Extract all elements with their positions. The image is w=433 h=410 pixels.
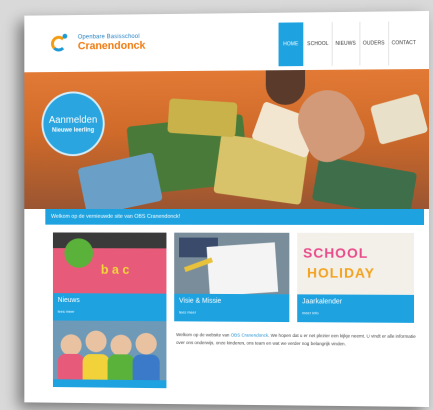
visie-image xyxy=(174,233,289,295)
read-more-link[interactable]: lees meer xyxy=(58,309,162,315)
aanmelden-badge[interactable]: Aanmelden Nieuwe leerling xyxy=(41,91,104,156)
badge-subtitle: Nieuwe leerling xyxy=(43,127,102,133)
card-visie-missie[interactable]: Visie & Missie lees meer xyxy=(174,233,289,322)
main-nav: HOME SCHOOL NIEUWS OUDERS CONTACT xyxy=(278,21,419,66)
hero-banner-image: Aanmelden Nieuwe leerling xyxy=(24,69,429,209)
intro-school-link[interactable]: OBS Cranendonck xyxy=(231,333,268,338)
kids-photo-card xyxy=(53,321,166,389)
logo-icon xyxy=(49,33,74,55)
school-logo[interactable]: Openbare Basisschool Cranendonck xyxy=(49,32,145,55)
logo-line2: Cranendonck xyxy=(78,41,146,52)
card-title: Jaarkalender xyxy=(302,298,409,306)
intro-text: Welkom op de website van OBS Cranendonck… xyxy=(176,331,420,348)
nav-nieuws[interactable]: NIEUWS xyxy=(332,22,359,66)
jaarkalender-image: SCHOOL HOLIDAY xyxy=(297,233,414,295)
more-info-link[interactable]: meer info xyxy=(302,310,409,316)
card-jaarkalender[interactable]: SCHOOL HOLIDAY Jaarkalender meer info xyxy=(297,233,414,323)
card-title: Visie & Missie xyxy=(179,298,284,305)
card-bar: Visie & Missie lees meer xyxy=(174,294,289,322)
jaar-image-word2: HOLIDAY xyxy=(307,265,375,281)
nieuws-image: b a c xyxy=(53,232,166,293)
site-header: Openbare Basisschool Cranendonck HOME SC… xyxy=(24,11,429,74)
welcome-bar: Welkom op de vernieuwde site van OBS Cra… xyxy=(45,209,424,225)
badge-title: Aanmelden xyxy=(43,114,102,125)
card-title: Nieuws xyxy=(58,297,162,304)
read-more-link[interactable]: lees meer xyxy=(179,310,284,316)
nav-home[interactable]: HOME xyxy=(278,22,303,66)
news-image-letters: b a c xyxy=(101,262,130,277)
nav-ouders[interactable]: OUDERS xyxy=(359,21,388,65)
kids-photo xyxy=(53,321,166,381)
card-bar: Nieuws lees meer xyxy=(53,293,166,321)
browser-page: Openbare Basisschool Cranendonck HOME SC… xyxy=(24,11,429,407)
card-nieuws[interactable]: b a c Nieuws lees meer xyxy=(53,232,166,321)
card-bar: Jaarkalender meer info xyxy=(297,294,414,323)
nav-contact[interactable]: CONTACT xyxy=(388,21,419,65)
nav-school[interactable]: SCHOOL xyxy=(303,22,331,66)
jaar-image-word1: SCHOOL xyxy=(303,245,368,261)
